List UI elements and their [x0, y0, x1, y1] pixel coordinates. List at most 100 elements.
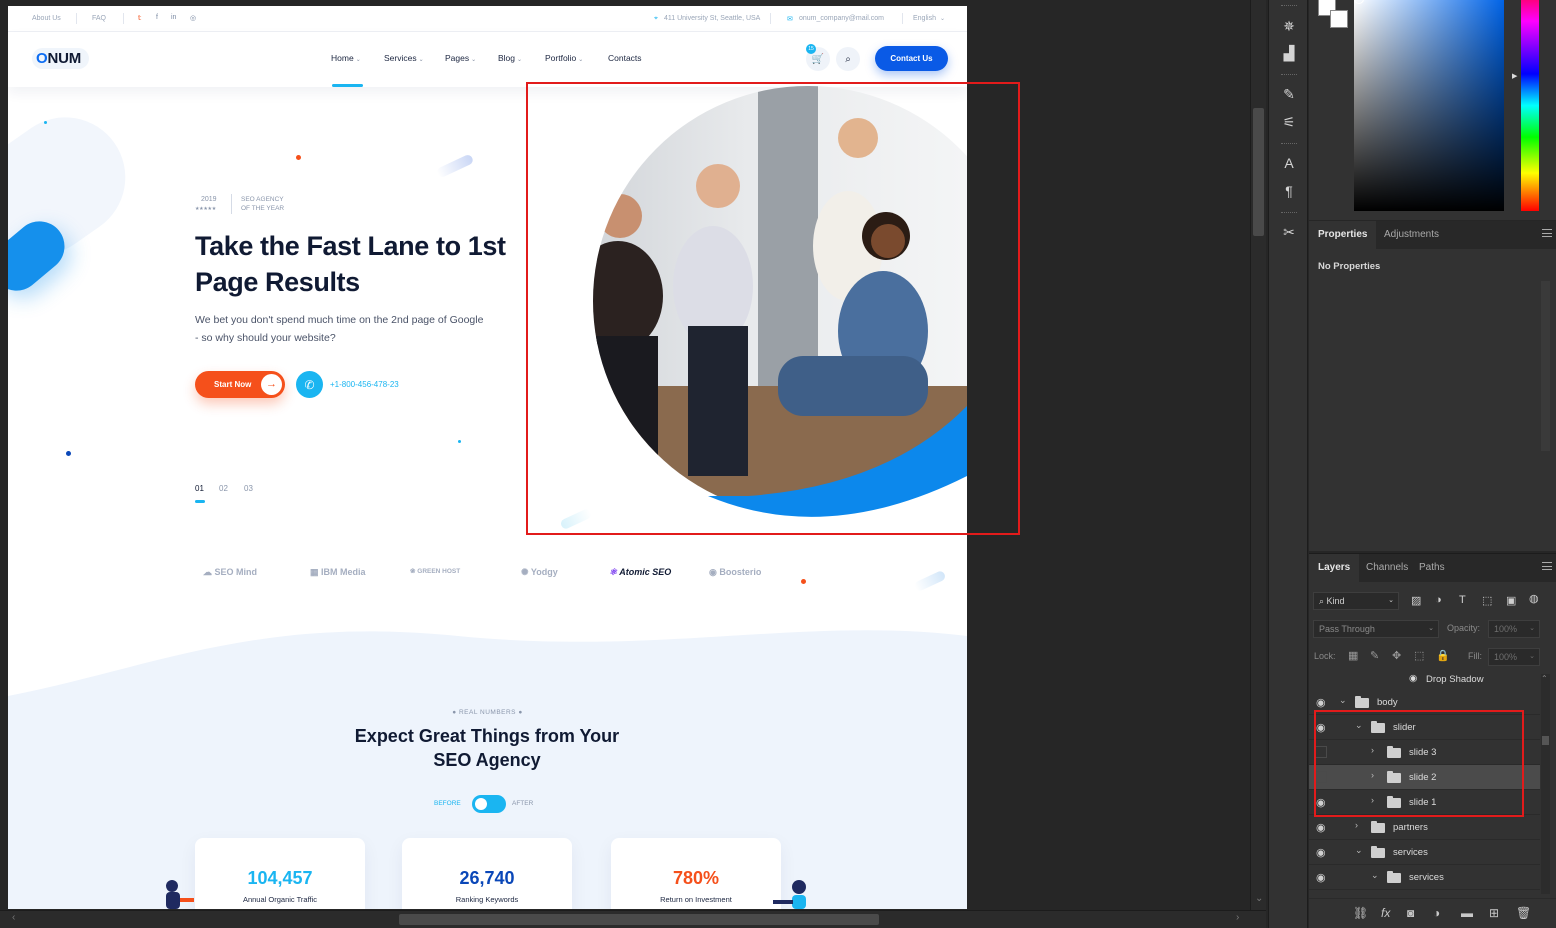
layer-row[interactable]: ◉ ⌄ services — [1309, 865, 1540, 890]
twitter-icon[interactable]: 𝕥 — [138, 14, 141, 22]
nav-item-contacts[interactable]: Contacts — [608, 53, 642, 63]
histogram-icon[interactable]: ▟ — [1279, 43, 1299, 63]
contact-us-button[interactable]: Contact Us — [875, 46, 948, 71]
eye-icon[interactable]: ◉ — [1316, 846, 1326, 859]
background-swatch[interactable] — [1330, 10, 1348, 28]
scroll-thumb[interactable] — [399, 914, 879, 925]
panel-menu-icon[interactable] — [1542, 562, 1552, 570]
shape-filter-icon[interactable]: ⬚ — [1482, 594, 1492, 607]
color-field[interactable] — [1354, 0, 1504, 211]
divider — [123, 13, 124, 24]
lock-image-icon[interactable]: ✎ — [1370, 649, 1379, 662]
hue-slider[interactable] — [1521, 0, 1539, 211]
slide-indicator-01[interactable]: 01 — [195, 484, 204, 493]
chevron-down-icon[interactable]: ⌄ — [1355, 845, 1363, 856]
3d-icon[interactable]: ✵ — [1279, 16, 1299, 36]
partner-logo-atomic-seo: ⚛ Atomic SEO — [609, 567, 672, 577]
tab-channels[interactable]: Channels — [1357, 554, 1417, 582]
decor-dot — [296, 155, 301, 160]
adjustment-filter-icon[interactable]: ◑ — [1435, 594, 1442, 606]
hero-title: Take the Fast Lane to 1st Page Results — [195, 231, 506, 297]
eye-icon[interactable]: ◉ — [1316, 696, 1326, 709]
scroll-left-icon[interactable]: ‹ — [12, 912, 15, 923]
nav-item-portfolio[interactable]: Portfolio ⌄ — [545, 53, 583, 63]
decor-streak — [435, 153, 475, 179]
panel-menu-icon[interactable] — [1542, 229, 1552, 237]
adjust-icon[interactable]: ⚟ — [1279, 112, 1299, 132]
horizontal-scrollbar[interactable]: ‹ › — [0, 910, 1266, 928]
start-now-button[interactable]: Start Now → — [195, 371, 285, 398]
linkedin-icon[interactable]: in — [171, 14, 176, 21]
folder-icon — [1371, 846, 1385, 858]
properties-scrollbar[interactable] — [1541, 281, 1550, 451]
scroll-right-icon[interactable]: › — [1236, 912, 1239, 923]
after-label: AFTER — [512, 800, 534, 807]
layer-filter-select[interactable]: ⌕ Kind ⌄ — [1313, 592, 1399, 610]
fill-field[interactable]: 100% ⌄ — [1488, 648, 1540, 666]
tab-paths[interactable]: Paths — [1410, 554, 1454, 582]
instagram-icon[interactable]: ◎ — [190, 14, 196, 22]
nav-item-blog[interactable]: Blog ⌄ — [498, 53, 522, 63]
tab-properties[interactable]: Properties — [1309, 221, 1377, 249]
scroll-thumb[interactable] — [1253, 108, 1264, 236]
layer-name: body — [1377, 697, 1398, 708]
slide-indicator-02[interactable]: 02 — [219, 484, 228, 493]
chevron-right-icon[interactable]: › — [1355, 820, 1358, 830]
stat-card: 104,457 Annual Organic Traffic — [195, 838, 365, 909]
delete-layer-icon[interactable]: 🗑 — [1516, 906, 1531, 920]
language-select[interactable]: English — [913, 15, 936, 22]
link-layers-icon[interactable]: ⛓ — [1353, 906, 1368, 920]
hue-pointer-icon[interactable]: ▶ — [1512, 72, 1517, 80]
tool-presets-icon[interactable]: ✂ — [1279, 222, 1299, 242]
tab-layers[interactable]: Layers — [1309, 554, 1360, 582]
new-adjustment-layer-icon[interactable]: ◑ — [1433, 906, 1440, 920]
phone-icon[interactable]: ✆ — [296, 371, 323, 398]
layer-row[interactable]: ◉ ⌄ services — [1309, 840, 1540, 865]
effect-row[interactable]: ◉ Drop Shadow — [1309, 670, 1540, 690]
decor-streak — [913, 569, 947, 593]
layers-scrollbar[interactable]: ⌃ — [1541, 674, 1550, 894]
facebook-icon[interactable]: f — [156, 14, 158, 21]
lock-transparent-icon[interactable]: ▦ — [1348, 649, 1358, 662]
about-us-link[interactable]: About Us — [32, 15, 61, 22]
phone-number[interactable]: +1-800-456-478-23 — [330, 380, 399, 389]
properties-panel: Properties Adjustments No Properties — [1309, 221, 1556, 551]
site-logo[interactable]: ONUM — [32, 48, 90, 69]
chevron-down-icon[interactable]: ⌄ — [1371, 870, 1379, 881]
filter-toggle-icon[interactable]: ◍ — [1529, 592, 1539, 605]
character-icon[interactable]: A — [1279, 153, 1299, 173]
new-group-icon[interactable]: ▬ — [1461, 906, 1473, 920]
location-icon: ⌖ — [654, 15, 658, 22]
brush-presets-icon[interactable]: ✎ — [1279, 84, 1299, 104]
slide-indicator-03[interactable]: 03 — [244, 484, 253, 493]
smart-object-filter-icon[interactable]: ▣ — [1506, 594, 1516, 607]
nav-item-home[interactable]: Home ⌄ — [331, 53, 361, 63]
before-after-toggle[interactable] — [472, 795, 506, 813]
new-layer-icon[interactable]: ⊞ — [1489, 906, 1499, 920]
blend-mode-select[interactable]: Pass Through ⌄ — [1313, 620, 1439, 638]
lock-all-icon[interactable]: 🔒 — [1436, 649, 1450, 662]
lock-artboard-icon[interactable]: ⬚ — [1414, 649, 1424, 662]
lock-position-icon[interactable]: ✥ — [1392, 649, 1401, 662]
opacity-field[interactable]: 100% ⌄ — [1488, 620, 1540, 638]
nav-item-pages[interactable]: Pages ⌄ — [445, 53, 476, 63]
canvas-area[interactable]: About Us FAQ 𝕥 f in ◎ ⌖ 411 University S… — [0, 0, 1250, 928]
person-illustration-right — [773, 880, 806, 909]
type-filter-icon[interactable]: T — [1459, 594, 1466, 606]
eye-icon[interactable]: ◉ — [1316, 871, 1326, 884]
fx-icon[interactable]: fx — [1381, 906, 1390, 920]
image-filter-icon[interactable]: ▨ — [1411, 594, 1421, 607]
layer-row[interactable]: ◉ › partners — [1309, 815, 1540, 840]
nav-item-services[interactable]: Services ⌄ — [384, 53, 424, 63]
faq-link[interactable]: FAQ — [92, 15, 106, 22]
paragraph-icon[interactable]: ¶ — [1279, 181, 1299, 201]
add-mask-icon[interactable]: ◙ — [1407, 906, 1414, 920]
scroll-down-icon[interactable]: ⌄ — [1255, 893, 1263, 904]
layers-footer: ⛓ fx ◙ ◑ ▬ ⊞ 🗑 — [1309, 898, 1556, 928]
email-text[interactable]: onum_company@mail.com — [799, 15, 884, 22]
search-icon[interactable]: ⌕ — [836, 47, 860, 71]
vertical-scrollbar[interactable]: ⌄ — [1250, 0, 1266, 910]
eye-icon[interactable]: ◉ — [1316, 821, 1326, 834]
chevron-down-icon[interactable]: ⌄ — [1339, 695, 1347, 706]
tab-adjustments[interactable]: Adjustments — [1375, 221, 1448, 249]
